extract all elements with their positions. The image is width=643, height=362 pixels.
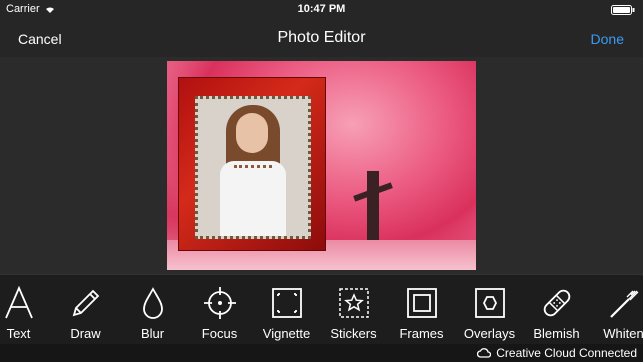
person-face: [236, 113, 268, 153]
status-bar: Carrier 10:47 PM: [0, 0, 643, 20]
vignette-icon: [271, 288, 302, 318]
page-title: Photo Editor: [277, 29, 366, 46]
tree-trunk: [367, 171, 379, 241]
frame-icon: [406, 288, 437, 318]
tool-frames[interactable]: Frames: [388, 275, 455, 345]
frame-photo: [195, 96, 311, 239]
done-button[interactable]: Done: [591, 31, 624, 47]
editor-canvas: [0, 57, 643, 274]
tool-stickers[interactable]: Stickers: [320, 275, 387, 345]
pencil-icon: [72, 289, 99, 317]
tool-label: Whiten: [603, 326, 643, 341]
battery-icon: [611, 5, 635, 15]
creative-cloud-label: Creative Cloud Connected: [496, 346, 637, 360]
tool-whiten[interactable]: Whiten: [590, 275, 643, 345]
clock: 10:47 PM: [297, 3, 346, 15]
bandage-icon: [543, 289, 570, 317]
text-icon: [4, 286, 33, 319]
photo-frame: [178, 77, 326, 251]
footer-bar: Creative Cloud Connected: [0, 344, 643, 362]
edited-photo[interactable]: [167, 61, 476, 270]
creative-cloud-status: Creative Cloud Connected: [477, 346, 637, 360]
drop-icon: [142, 287, 163, 319]
creative-cloud-icon: [477, 348, 492, 358]
toothbrush-icon: [609, 290, 638, 318]
person-body: [220, 161, 286, 236]
tool-bar: Text Draw Blur Focus Vignette Stickers F…: [0, 274, 643, 345]
focus-icon: [203, 287, 236, 319]
star-icon: [338, 288, 369, 318]
person-collar: [234, 165, 272, 172]
hexagon-icon: [474, 288, 505, 318]
navigation-bar: Cancel Photo Editor Done: [0, 20, 643, 57]
